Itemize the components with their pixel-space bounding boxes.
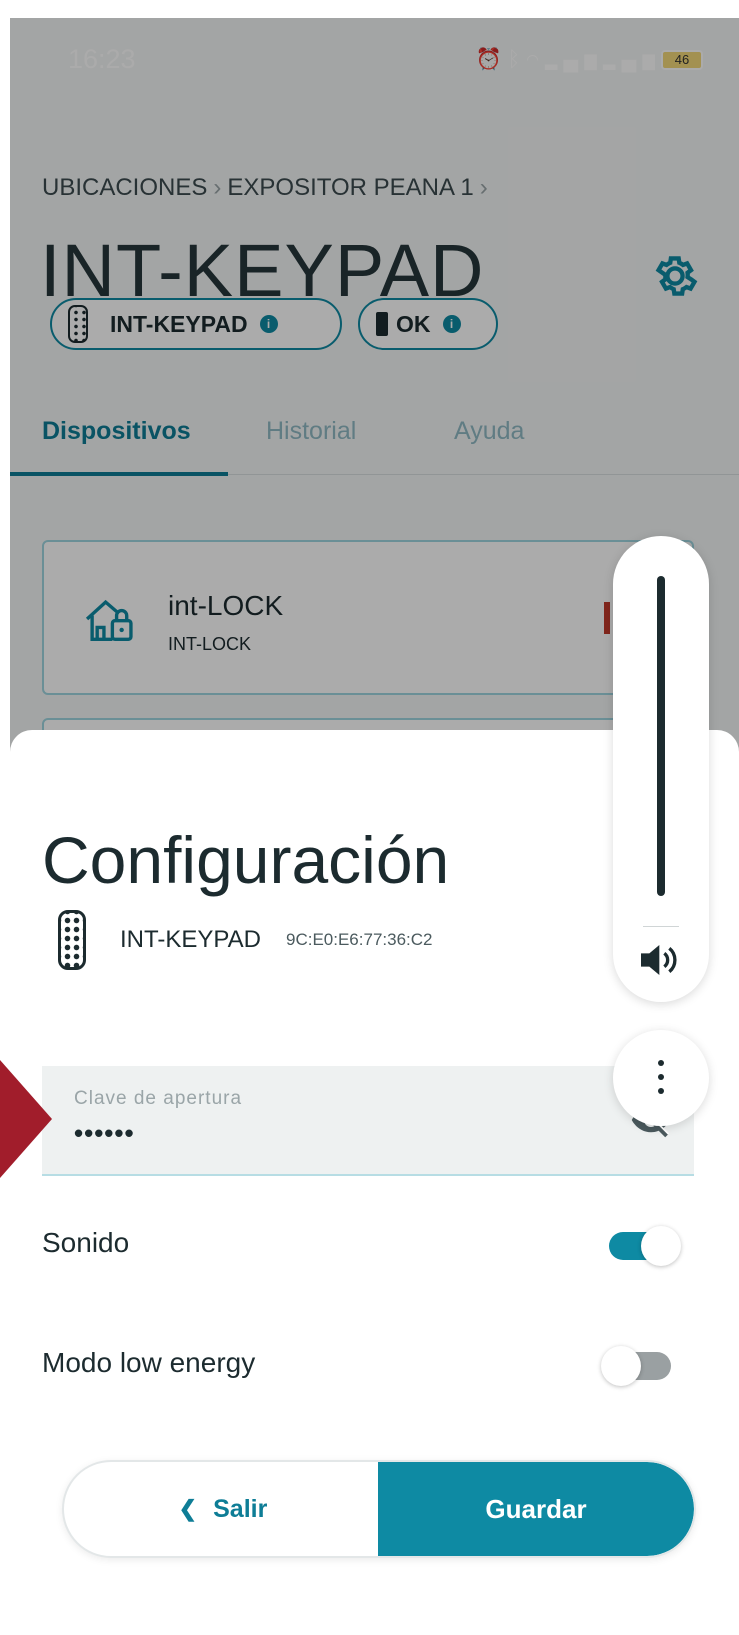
action-buttons: ❮ Salir Guardar [62,1460,696,1558]
toggle-knob [641,1226,681,1266]
divider [643,926,679,927]
volume-panel [613,536,709,1002]
low-energy-toggle[interactable] [601,1346,671,1386]
chevron-left-icon: ❮ [178,1496,198,1521]
sheet-title: Configuración [42,823,450,897]
sound-label: Sonido [42,1227,130,1258]
speaker-icon[interactable] [637,940,685,980]
toggle-knob [601,1346,641,1386]
low-energy-label: Modo low energy [42,1347,256,1378]
keypad-icon [58,910,86,970]
device-mac-address: 9C:E0:E6:77:36:C2 [286,930,433,949]
phone-screen: 16:23 ⏰ᛒ◠▂▄▆▂▄▆ 46 UBICACIONES › EXPOSITOR … [10,18,739,1635]
volume-slider[interactable] [657,576,665,896]
annotation-arrow [0,1060,52,1178]
password-input[interactable]: •••••• [74,1118,135,1149]
more-vertical-icon [657,1060,665,1102]
sound-toggle[interactable] [609,1226,681,1266]
password-field[interactable]: Clave de apertura •••••• [42,1066,694,1176]
exit-button[interactable]: ❮ Salir [64,1462,382,1556]
volume-more-button[interactable] [613,1030,709,1126]
save-button[interactable]: Guardar [378,1462,694,1556]
password-field-label: Clave de apertura [74,1088,243,1109]
sheet-device-name: INT-KEYPAD [120,926,261,953]
exit-button-label: Salir [213,1494,268,1523]
